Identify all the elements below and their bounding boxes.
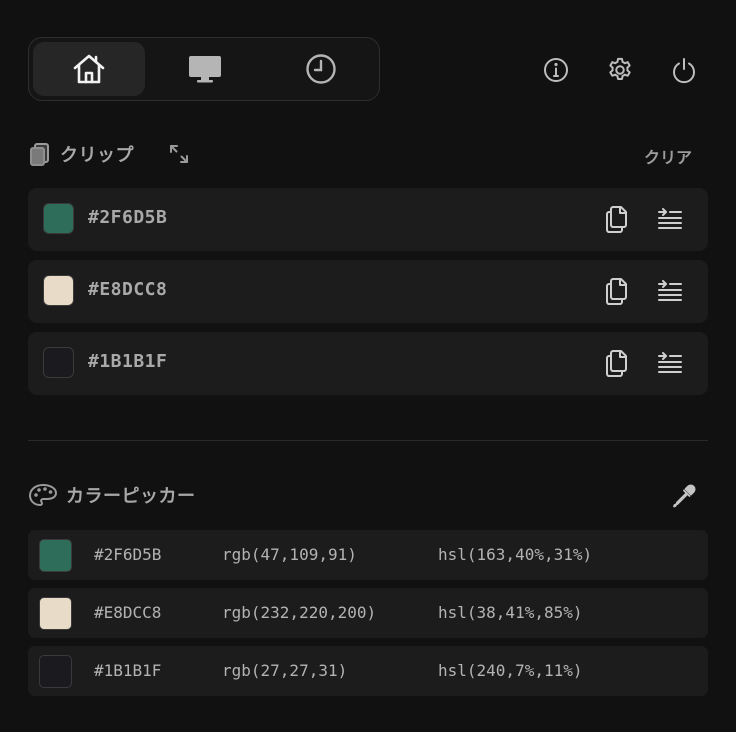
clip-hex-value: #E8DCC8 (88, 279, 168, 300)
rgb-value[interactable]: rgb(232,220,200) (222, 603, 376, 622)
color-swatch (43, 203, 74, 234)
picker-item[interactable]: #E8DCC8 rgb(232,220,200) hsl(38,41%,85%) (28, 588, 708, 638)
settings-button[interactable] (605, 55, 635, 85)
rgb-value[interactable]: rgb(27,27,31) (222, 661, 347, 680)
hex-value[interactable]: #2F6D5B (94, 545, 161, 564)
color-swatch (39, 655, 72, 688)
clip-item[interactable]: #2F6D5B (28, 188, 708, 251)
copy-button[interactable] (602, 348, 632, 378)
apply-button[interactable] (655, 348, 685, 378)
view-tabs (28, 37, 380, 101)
picker-item[interactable]: #2F6D5B rgb(47,109,91) hsl(163,40%,31%) (28, 530, 708, 580)
info-icon (544, 58, 568, 82)
hex-value[interactable]: #E8DCC8 (94, 603, 161, 622)
apply-button[interactable] (655, 276, 685, 306)
list-arrow-icon (658, 352, 682, 373)
expand-icon[interactable] (168, 143, 190, 165)
tab-display[interactable] (149, 42, 261, 96)
clipboard-icon (30, 143, 49, 166)
picker-header: カラーピッカー (28, 482, 196, 508)
gear-icon (609, 57, 631, 80)
clip-title: クリップ (60, 145, 134, 166)
color-swatch (43, 347, 74, 378)
clip-hex-value: #2F6D5B (88, 207, 168, 228)
clear-button[interactable]: クリア (644, 144, 692, 168)
monitor-icon (189, 56, 221, 83)
palette-icon (29, 484, 57, 506)
hex-value[interactable]: #1B1B1F (94, 661, 161, 680)
hsl-value[interactable]: hsl(163,40%,31%) (438, 545, 592, 564)
clock-icon (306, 54, 336, 84)
color-swatch (39, 597, 72, 630)
tab-home[interactable] (33, 42, 145, 96)
color-swatch (39, 539, 72, 572)
copy-icon (606, 206, 627, 233)
apply-button[interactable] (655, 204, 685, 234)
copy-button[interactable] (602, 204, 632, 234)
hsl-value[interactable]: hsl(38,41%,85%) (438, 603, 583, 622)
copy-icon (606, 278, 627, 305)
clip-hex-value: #1B1B1F (88, 351, 168, 372)
copy-icon (606, 350, 627, 377)
divider (28, 440, 708, 441)
color-swatch (43, 275, 74, 306)
info-button[interactable] (541, 55, 571, 85)
rgb-value[interactable]: rgb(47,109,91) (222, 545, 357, 564)
power-icon (673, 58, 695, 84)
copy-button[interactable] (602, 276, 632, 306)
picker-item[interactable]: #1B1B1F rgb(27,27,31) hsl(240,7%,11%) (28, 646, 708, 696)
list-arrow-icon (658, 208, 682, 229)
clip-header: クリップ (28, 141, 190, 167)
tab-history[interactable] (265, 42, 377, 96)
clip-item[interactable]: #E8DCC8 (28, 260, 708, 323)
power-button[interactable] (669, 55, 699, 85)
eyedropper-icon (673, 484, 696, 508)
clip-item[interactable]: #1B1B1F (28, 332, 708, 395)
hsl-value[interactable]: hsl(240,7%,11%) (438, 661, 583, 680)
picker-title: カラーピッカー (66, 486, 196, 507)
home-icon (73, 54, 105, 84)
list-arrow-icon (658, 280, 682, 301)
eyedropper-button[interactable] (669, 481, 699, 511)
